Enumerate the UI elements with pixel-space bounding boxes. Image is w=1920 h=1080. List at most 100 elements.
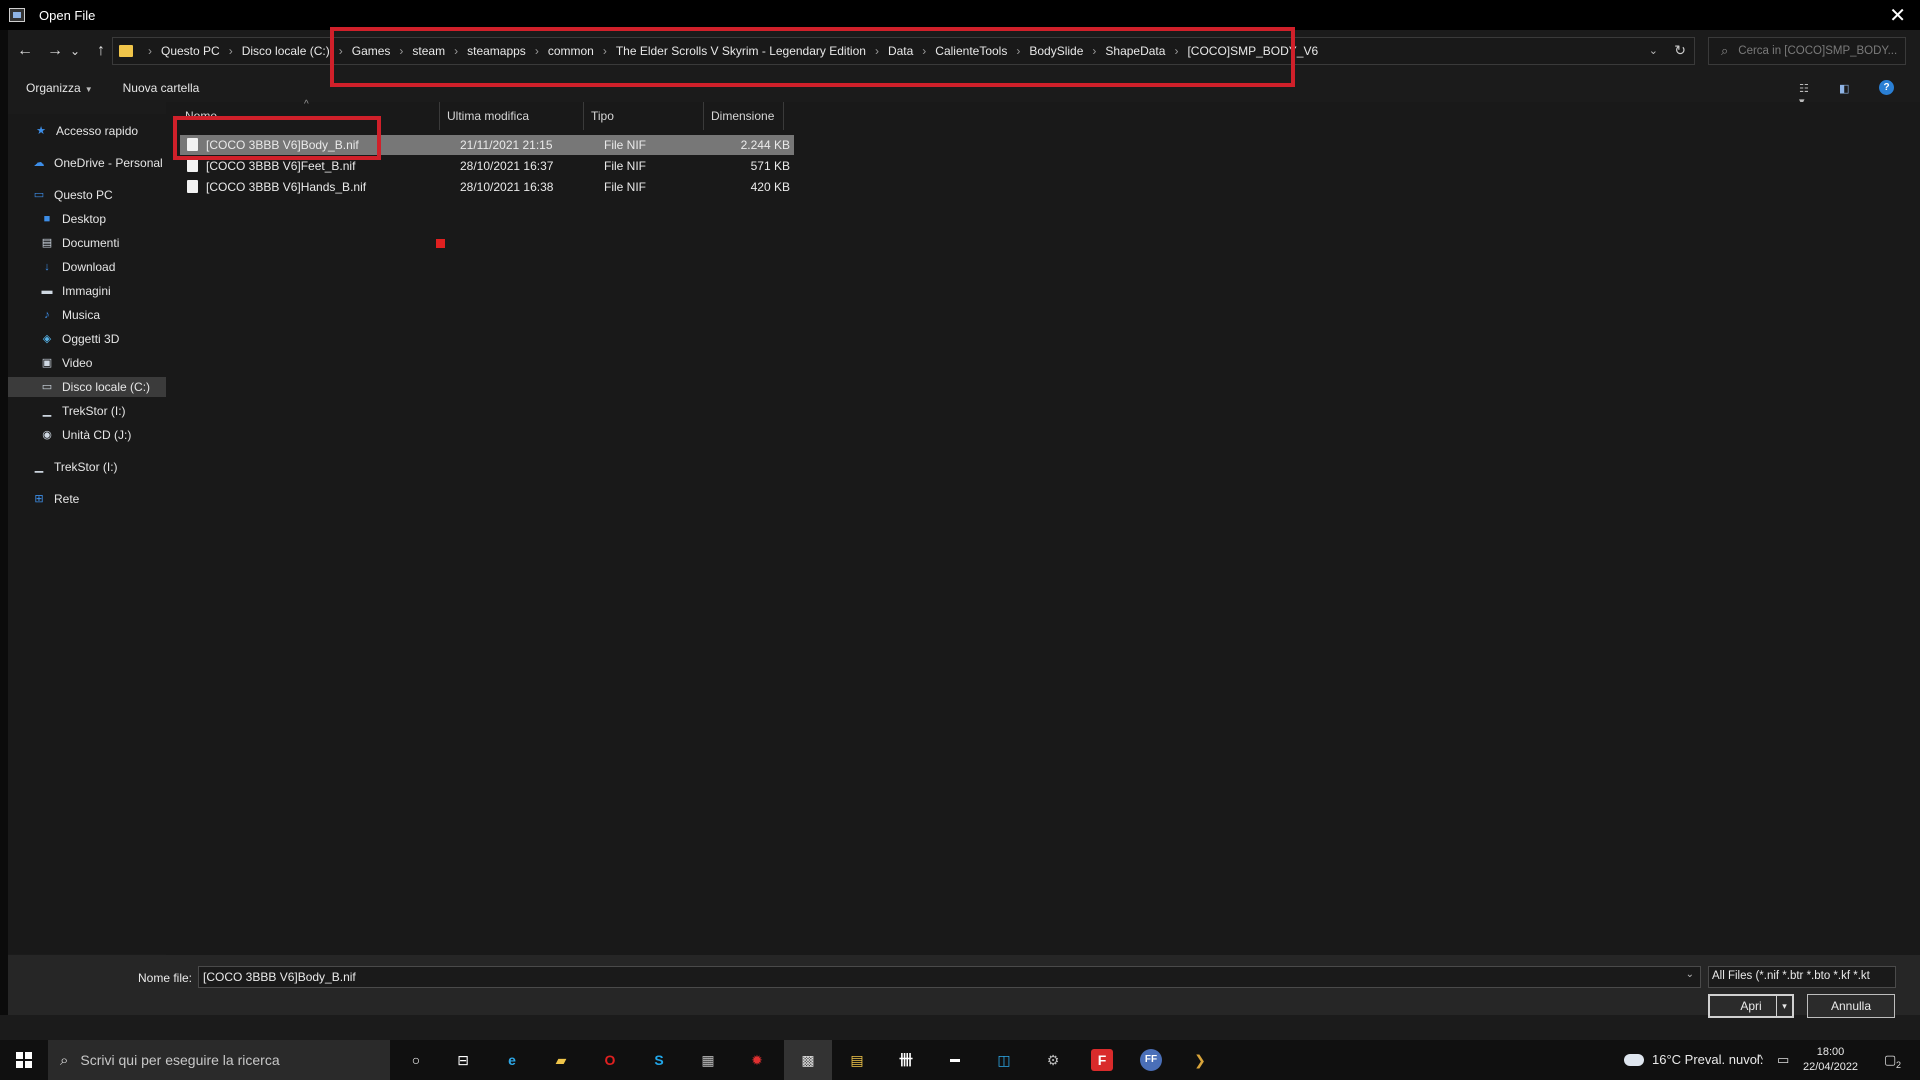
date: 22/04/2022 [1803, 1061, 1859, 1073]
sidebar-item-label: Documenti [62, 236, 120, 250]
file-icon [187, 159, 198, 172]
cd-drive-icon: ◉ [42, 429, 52, 441]
taskbar-search[interactable]: ⌕ Scrivi qui per eseguire la ricerca [48, 1040, 390, 1080]
app-icon[interactable]: ✹ [746, 1049, 768, 1071]
column-header-type[interactable]: Tipo [584, 102, 704, 130]
close-icon[interactable]: ✕ [1889, 3, 1906, 28]
help-icon[interactable]: ? [1879, 80, 1894, 95]
app-icon[interactable]: 卌 [895, 1049, 917, 1071]
sidebar-item-download[interactable]: ↓ Download [8, 257, 166, 277]
opera-icon[interactable]: O [599, 1049, 621, 1071]
filetype-select[interactable]: All Files (*.nif *.btr *.bto *.kf *.kt [1708, 966, 1896, 988]
start-button[interactable] [0, 1040, 48, 1080]
chevron-down-icon[interactable]: ▾ [1776, 996, 1792, 1016]
sidebar-item-onedrive[interactable]: ☁ OneDrive - Personal [8, 153, 166, 173]
search-icon: ⌕ [1721, 43, 1729, 58]
sidebar-item-quick-access[interactable]: ★ Accesso rapido [8, 121, 166, 141]
sidebar-item-trekstor-root[interactable]: ▁ TrekStor (I:) [8, 457, 166, 477]
sidebar-item-trekstor[interactable]: ▁ TrekStor (I:) [8, 401, 166, 421]
file-name: [COCO 3BBB V6]Feet_B.nif [206, 159, 356, 173]
app-icon[interactable]: ▬ [944, 1049, 966, 1071]
column-header-modified[interactable]: Ultima modifica [440, 102, 584, 130]
app-icon[interactable]: FF [1140, 1049, 1162, 1071]
window-edge [0, 30, 8, 1015]
sidebar-item-desktop[interactable]: ■ Desktop [8, 209, 166, 229]
cloud-icon: ☁ [33, 157, 45, 169]
filename-label: Nome file: [138, 971, 193, 985]
address-history-chevron-icon[interactable]: ⌄ [1649, 44, 1658, 57]
back-arrow-icon[interactable]: ← [14, 40, 36, 62]
app-icon[interactable]: ▦ [697, 1049, 719, 1071]
preview-pane-icon[interactable]: ◧ [1839, 82, 1855, 95]
file-size: 571 KB [750, 159, 790, 173]
file-name: [COCO 3BBB V6]Hands_B.nif [206, 180, 367, 194]
sidebar-item-cd-drive[interactable]: ◉ Unità CD (J:) [8, 425, 166, 445]
file-type: File NIF [604, 138, 646, 152]
refresh-icon[interactable]: ↻ [1674, 42, 1686, 59]
app-icon[interactable]: F [1091, 1049, 1113, 1071]
notification-icon[interactable]: ▢ [1884, 1052, 1896, 1068]
app-icon[interactable]: ▩ [797, 1049, 819, 1071]
sidebar-item-network[interactable]: ⊞ Rete [8, 489, 166, 509]
recent-locations-chevron-icon[interactable]: ⌄ [64, 40, 86, 62]
cancel-button[interactable]: Annulla [1807, 994, 1895, 1018]
edge-icon[interactable]: e [501, 1049, 523, 1071]
weather-text: 16°C Preval. nuvol. [1652, 1052, 1764, 1067]
search-input[interactable]: ⌕ Cerca in [COCO]SMP_BODY... [1708, 37, 1906, 65]
organize-button[interactable]: Organizza ▼ [26, 81, 93, 95]
folder-icon [119, 45, 133, 57]
chevron-down-icon[interactable]: ⌄ [1686, 969, 1694, 980]
cortana-icon[interactable]: ○ [405, 1049, 427, 1071]
sidebar-item-label: Questo PC [54, 188, 113, 202]
open-button[interactable]: Apri ▾ [1708, 994, 1794, 1018]
skype-icon[interactable]: S [648, 1049, 670, 1071]
breadcrumb-item[interactable]: Disco locale (C:) [242, 44, 330, 58]
change-view-icon[interactable]: ☷ ▾ [1799, 82, 1815, 108]
search-icon: ⌕ [60, 1051, 69, 1069]
app-icon[interactable]: ▤ [846, 1049, 868, 1071]
breadcrumb-item[interactable]: Questo PC [161, 44, 220, 58]
sidebar-item-this-pc[interactable]: ▭ Questo PC [8, 185, 166, 205]
sidebar-item-documents[interactable]: ▤ Documenti [8, 233, 166, 253]
annotation-box-path [330, 27, 1295, 87]
sidebar-item-label: TrekStor (I:) [62, 404, 126, 418]
chevron-up-icon[interactable]: ^ [1757, 1052, 1763, 1067]
filename-value: [COCO 3BBB V6]Body_B.nif [203, 970, 356, 984]
windows-logo-icon [16, 1052, 32, 1068]
file-explorer-icon[interactable]: ▰ [550, 1049, 572, 1071]
chevron-down-icon: ▼ [84, 85, 93, 94]
weather-widget[interactable]: 16°C Preval. nuvol. [1621, 1049, 1764, 1067]
sidebar-item-3d-objects[interactable]: ◈ Oggetti 3D [8, 329, 166, 349]
sidebar-item-video[interactable]: ▣ Video [8, 353, 166, 373]
clock[interactable]: 18:00 22/04/2022 [1803, 1045, 1858, 1075]
filename-input[interactable]: [COCO 3BBB V6]Body_B.nif ⌄ [198, 966, 1701, 988]
sidebar-item-local-disk-c[interactable]: ▭ Disco locale (C:) [8, 377, 166, 397]
open-button-label: Apri [1740, 999, 1762, 1013]
taskbar: ⌕ Scrivi qui per eseguire la ricerca ○ ⊟… [0, 1040, 1920, 1080]
sidebar-item-label: Download [62, 260, 116, 274]
sidebar-item-images[interactable]: ▬ Immagini [8, 281, 166, 301]
up-arrow-icon[interactable]: ↑ [90, 40, 112, 62]
search-placeholder: Cerca in [COCO]SMP_BODY... [1738, 45, 1898, 57]
sidebar-item-label: OneDrive - Personal [54, 156, 163, 170]
breadcrumb-separator[interactable]: › [229, 44, 233, 58]
column-header-size[interactable]: Dimensione [704, 102, 784, 130]
cube-icon: ◈ [42, 333, 52, 345]
computer-icon: ▭ [33, 189, 45, 201]
table-row[interactable]: [COCO 3BBB V6]Hands_B.nif 28/10/2021 16:… [180, 177, 794, 197]
breadcrumb-separator: › [148, 44, 152, 58]
title-bar: Open File ✕ [0, 0, 1920, 30]
file-modified: 28/10/2021 16:38 [460, 180, 554, 194]
network-icon[interactable]: ▭ [1777, 1052, 1789, 1068]
app-icon[interactable]: ❯ [1189, 1049, 1211, 1071]
taskbar-search-placeholder: Scrivi qui per eseguire la ricerca [80, 1052, 280, 1068]
sidebar-item-label: Rete [54, 492, 80, 506]
app-icon[interactable]: ◫ [993, 1049, 1015, 1071]
task-view-icon[interactable]: ⊟ [452, 1049, 474, 1071]
sidebar-item-music[interactable]: ♪ Musica [8, 305, 166, 325]
new-folder-button[interactable]: Nuova cartella [123, 81, 200, 95]
app-icon[interactable]: ⚙ [1042, 1049, 1064, 1071]
file-icon [187, 180, 198, 193]
forward-arrow-icon[interactable]: → [44, 40, 66, 62]
network-icon: ⊞ [34, 493, 44, 505]
